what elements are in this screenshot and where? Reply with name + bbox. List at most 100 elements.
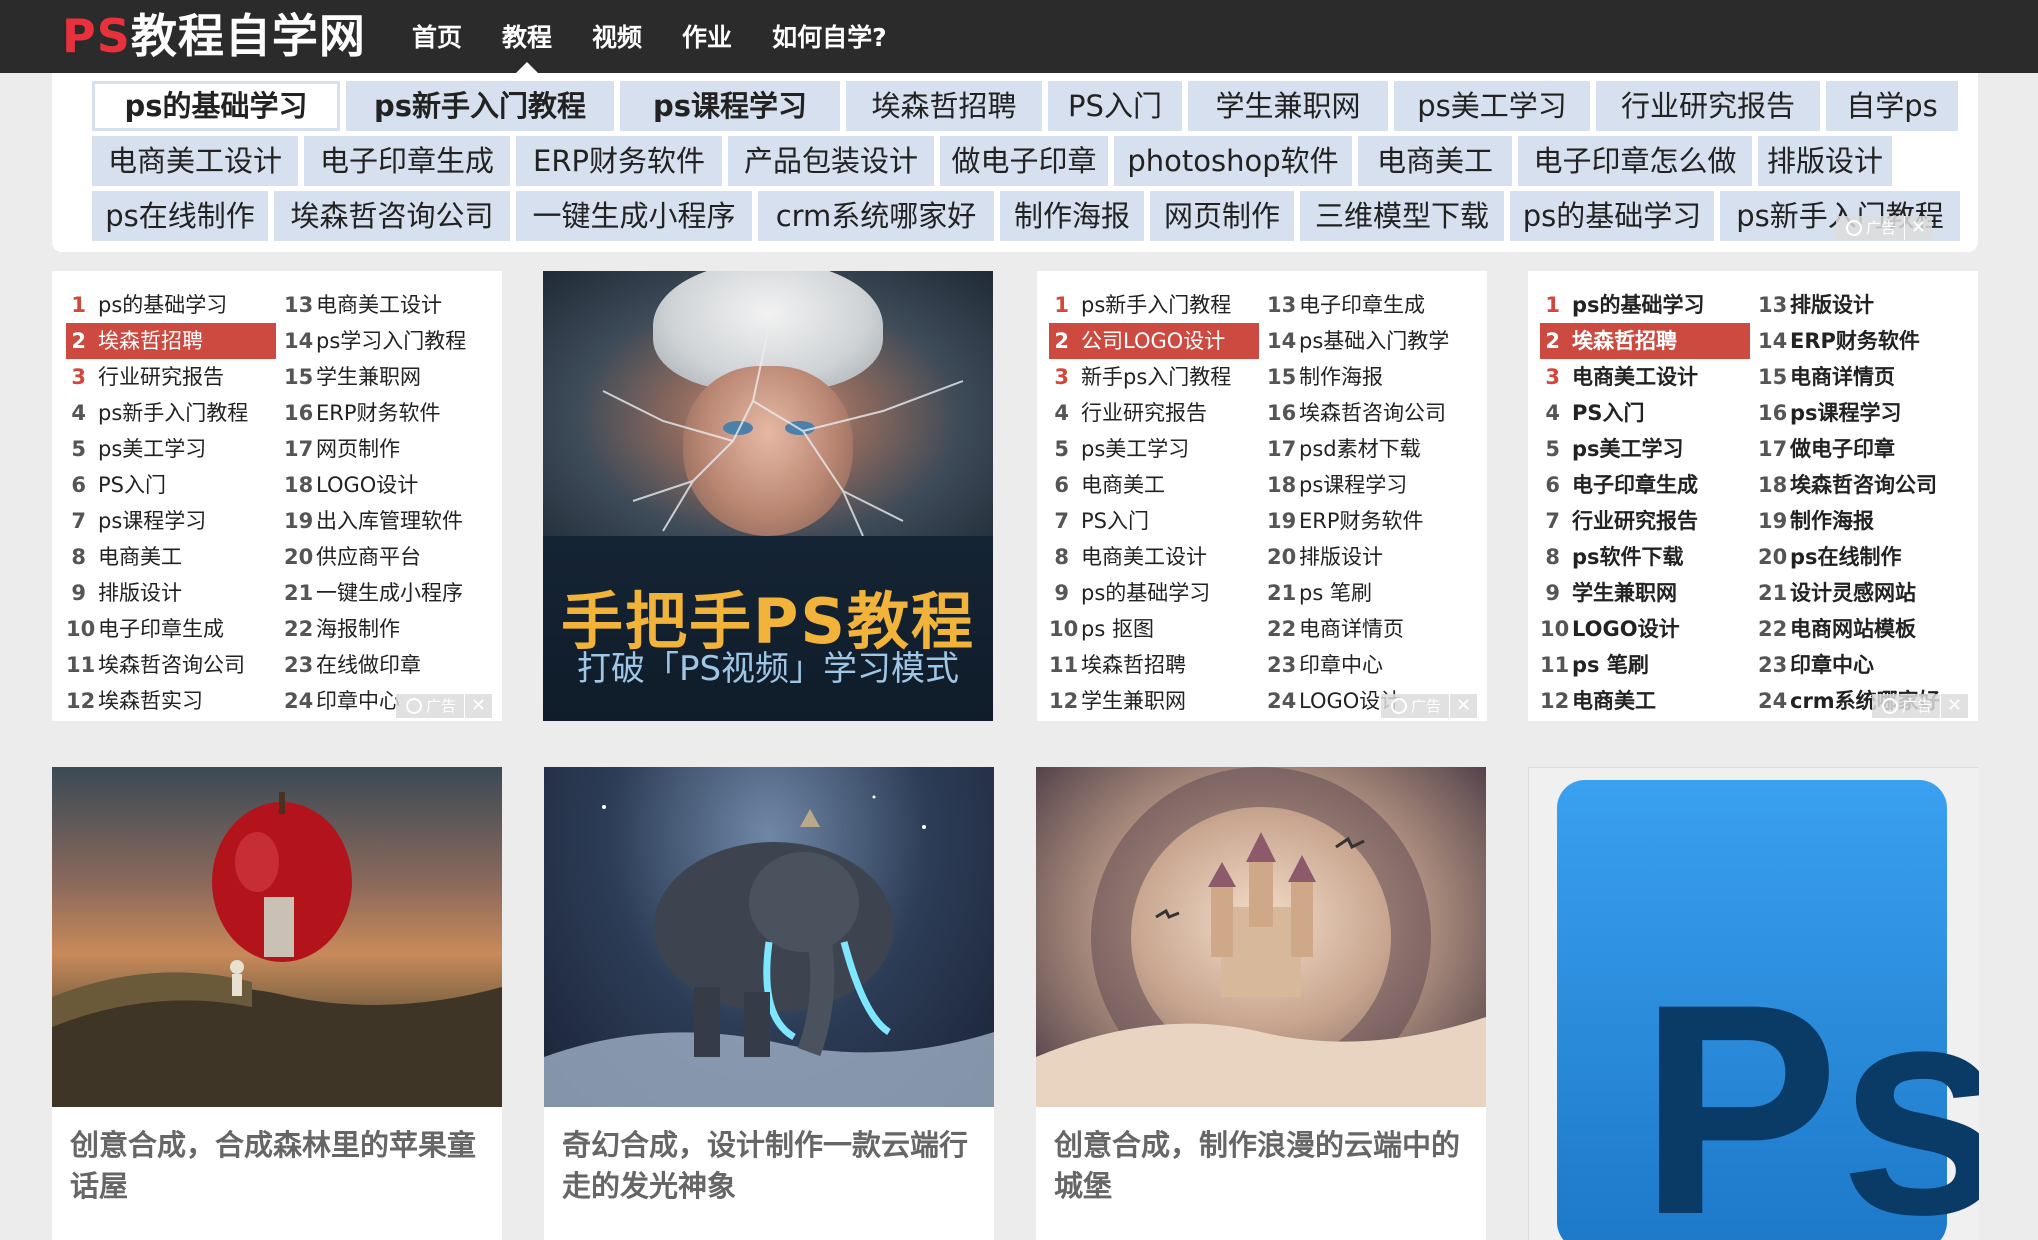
rank-item[interactable]: 22 电商详情页 [1267, 611, 1477, 647]
nav-tutorials[interactable]: 教程 [482, 0, 572, 73]
rank-item[interactable]: 4 行业研究报告 [1049, 395, 1259, 431]
rank-item[interactable]: 16 埃森哲咨询公司 [1267, 395, 1477, 431]
keyword-link[interactable]: crm系统哪家好 [758, 191, 994, 241]
rank-item[interactable]: 14 ps学习入门教程 [284, 323, 494, 359]
rank-item[interactable]: 6 电商美工 [1049, 467, 1259, 503]
nav-videos[interactable]: 视频 [572, 0, 662, 73]
rank-item[interactable]: 2 公司LOGO设计 [1049, 323, 1259, 359]
rank-item[interactable]: 5 ps美工学习 [1049, 431, 1259, 467]
keyword-link[interactable]: 电子印章怎么做 [1518, 136, 1752, 186]
ad-badge[interactable]: 广告 ✕ [1836, 216, 1933, 240]
rank-item[interactable]: 8 ps软件下载 [1540, 539, 1750, 575]
rank-item[interactable]: 1 ps新手入门教程 [1049, 287, 1259, 323]
rank-item[interactable]: 8 电商美工设计 [1049, 539, 1259, 575]
rank-item[interactable]: 9 学生兼职网 [1540, 575, 1750, 611]
rank-item[interactable]: 15 电商详情页 [1758, 359, 1968, 395]
ad-close-icon[interactable]: ✕ [1940, 694, 1968, 718]
rank-item[interactable]: 14 ERP财务软件 [1758, 323, 1968, 359]
rank-item[interactable]: 22 海报制作 [284, 611, 494, 647]
rank-item[interactable]: 11 ps 笔刷 [1540, 647, 1750, 683]
rank-item[interactable]: 3 新手ps入门教程 [1049, 359, 1259, 395]
rank-item[interactable]: 17 做电子印章 [1758, 431, 1968, 467]
rank-item[interactable]: 12 埃森哲实习 [66, 683, 276, 719]
keyword-link[interactable]: ps美工学习 [1394, 81, 1590, 131]
keyword-link[interactable]: photoshop软件 [1114, 136, 1352, 186]
rank-item[interactable]: 1 ps的基础学习 [1540, 287, 1750, 323]
rank-item[interactable]: 3 电商美工设计 [1540, 359, 1750, 395]
rank-item[interactable]: 4 ps新手入门教程 [66, 395, 276, 431]
rank-item[interactable]: 21 ps 笔刷 [1267, 575, 1477, 611]
rank-item[interactable]: 10 LOGO设计 [1540, 611, 1750, 647]
rank-item[interactable]: 3 行业研究报告 [66, 359, 276, 395]
rank-item[interactable]: 22 电商网站模板 [1758, 611, 1968, 647]
rank-item[interactable]: 17 网页制作 [284, 431, 494, 467]
rank-item[interactable]: 1 ps的基础学习 [66, 287, 276, 323]
keyword-link[interactable]: 做电子印章 [940, 136, 1108, 186]
rank-item[interactable]: 21 一键生成小程序 [284, 575, 494, 611]
rank-item[interactable]: 13 电子印章生成 [1267, 287, 1477, 323]
nav-homework[interactable]: 作业 [662, 0, 752, 73]
ad-badge[interactable]: 广告 ✕ [1872, 694, 1969, 718]
rank-item[interactable]: 18 埃森哲咨询公司 [1758, 467, 1968, 503]
rank-item[interactable]: 8 电商美工 [66, 539, 276, 575]
rank-item[interactable]: 12 学生兼职网 [1049, 683, 1259, 719]
ad-close-icon[interactable]: ✕ [1449, 694, 1477, 718]
keyword-link[interactable]: 产品包装设计 [728, 136, 934, 186]
rank-item[interactable]: 10 ps 抠图 [1049, 611, 1259, 647]
keyword-link[interactable]: ps课程学习 [620, 81, 840, 131]
ps-tutorial-banner[interactable]: 手把手PS教程 打破「PS视频」学习模式 [543, 271, 993, 721]
ps-logo-card[interactable]: Ps [1528, 767, 1979, 1240]
keyword-link[interactable]: ERP财务软件 [516, 136, 722, 186]
rank-item[interactable]: 23 印章中心 [1758, 647, 1968, 683]
rank-item[interactable]: 16 ps课程学习 [1758, 395, 1968, 431]
rank-item[interactable]: 2 埃森哲招聘 [66, 323, 276, 359]
site-logo[interactable]: PS教程自学网 [62, 6, 366, 66]
ad-badge[interactable]: 广告 ✕ [1381, 694, 1478, 718]
keyword-link[interactable]: 一键生成小程序 [516, 191, 752, 241]
rank-item[interactable]: 20 排版设计 [1267, 539, 1477, 575]
rank-item[interactable]: 19 ERP财务软件 [1267, 503, 1477, 539]
keyword-link[interactable]: 学生兼职网 [1188, 81, 1388, 131]
rank-item[interactable]: 10 电子印章生成 [66, 611, 276, 647]
keyword-link[interactable]: 制作海报 [1000, 191, 1144, 241]
nav-home[interactable]: 首页 [392, 0, 482, 73]
rank-item[interactable]: 7 行业研究报告 [1540, 503, 1750, 539]
keyword-link[interactable]: 电子印章生成 [304, 136, 510, 186]
rank-item[interactable]: 2 埃森哲招聘 [1540, 323, 1750, 359]
rank-item[interactable]: 4 PS入门 [1540, 395, 1750, 431]
ad-close-icon[interactable]: ✕ [464, 694, 492, 718]
rank-item[interactable]: 23 在线做印章 [284, 647, 494, 683]
rank-item[interactable]: 20 供应商平台 [284, 539, 494, 575]
rank-item[interactable]: 19 制作海报 [1758, 503, 1968, 539]
rank-item[interactable]: 5 ps美工学习 [66, 431, 276, 467]
rank-item[interactable]: 15 学生兼职网 [284, 359, 494, 395]
rank-item[interactable]: 18 LOGO设计 [284, 467, 494, 503]
tutorial-card[interactable]: 创意合成，合成森林里的苹果童话屋 [52, 767, 502, 1240]
rank-item[interactable]: 16 ERP财务软件 [284, 395, 494, 431]
tutorial-card[interactable]: 奇幻合成，设计制作一款云端行走的发光神象 [544, 767, 994, 1240]
keyword-link[interactable]: PS入门 [1048, 81, 1182, 131]
rank-item[interactable]: 11 埃森哲招聘 [1049, 647, 1259, 683]
rank-item[interactable]: 18 ps课程学习 [1267, 467, 1477, 503]
keyword-link[interactable]: ps在线制作 [92, 191, 268, 241]
keyword-link[interactable]: 自学ps [1826, 81, 1958, 131]
rank-item[interactable]: 14 ps基础入门教学 [1267, 323, 1477, 359]
keyword-link[interactable]: ps的基础学习 [1510, 191, 1714, 241]
keyword-link[interactable]: ps的基础学习 [92, 81, 340, 131]
rank-item[interactable]: 13 排版设计 [1758, 287, 1968, 323]
rank-item[interactable]: 20 ps在线制作 [1758, 539, 1968, 575]
keyword-link[interactable]: 行业研究报告 [1596, 81, 1820, 131]
keyword-link[interactable]: 三维模型下载 [1300, 191, 1504, 241]
rank-item[interactable]: 19 出入库管理软件 [284, 503, 494, 539]
rank-item[interactable]: 9 ps的基础学习 [1049, 575, 1259, 611]
keyword-link[interactable]: 电商美工 [1358, 136, 1512, 186]
ad-badge[interactable]: 广告 ✕ [396, 694, 493, 718]
rank-item[interactable]: 9 排版设计 [66, 575, 276, 611]
rank-item[interactable]: 6 电子印章生成 [1540, 467, 1750, 503]
nav-how-to-learn[interactable]: 如何自学? [752, 0, 907, 73]
rank-item[interactable]: 13 电商美工设计 [284, 287, 494, 323]
keyword-link[interactable]: ps新手入门教程 [346, 81, 614, 131]
keyword-link[interactable]: 埃森哲招聘 [846, 81, 1042, 131]
keyword-link[interactable]: 电商美工设计 [92, 136, 298, 186]
rank-item[interactable]: 7 PS入门 [1049, 503, 1259, 539]
